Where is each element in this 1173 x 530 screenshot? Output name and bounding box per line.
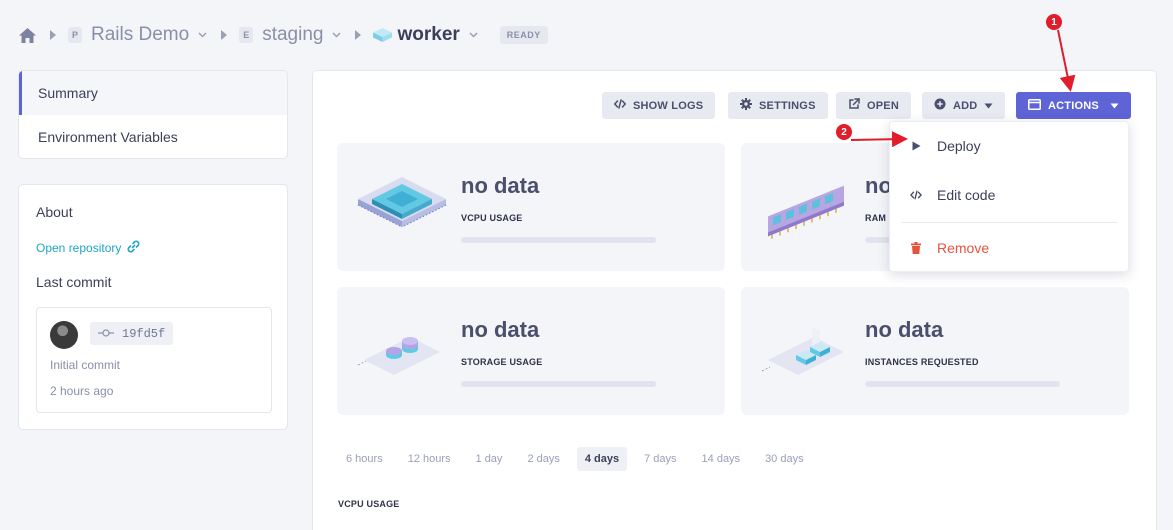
- show-logs-button[interactable]: SHOW LOGS: [602, 92, 716, 119]
- trash-icon: [910, 242, 922, 254]
- range-12-hours[interactable]: 12 hours: [400, 447, 459, 471]
- play-icon: [910, 141, 922, 151]
- status-badge: READY: [499, 26, 548, 44]
- stat-card-vcpu: no data VCPU USAGE: [337, 143, 725, 271]
- stat-label: STORAGE USAGE: [461, 357, 543, 367]
- annotation-marker-1: 1: [1046, 14, 1062, 30]
- show-logs-label: SHOW LOGS: [633, 99, 704, 112]
- commit-card: 19fd5f Initial commit 2 hours ago: [36, 307, 272, 413]
- stat-value: no data: [865, 317, 944, 342]
- range-2-days[interactable]: 2 days: [519, 447, 567, 471]
- repo-link-label: Open repository: [36, 241, 122, 255]
- range-14-days[interactable]: 14 days: [694, 447, 749, 471]
- stat-value: no data: [461, 317, 540, 342]
- stat-label: INSTANCES REQUESTED: [865, 357, 979, 367]
- commit-icon: [98, 327, 114, 341]
- menu-item-deploy[interactable]: Deploy: [890, 126, 1130, 166]
- code-icon: [910, 190, 922, 200]
- stat-progress-bar: [461, 381, 656, 387]
- commit-hash-pill[interactable]: 19fd5f: [90, 322, 174, 345]
- chevron-down-icon[interactable]: [332, 32, 342, 38]
- window-icon: [1028, 98, 1041, 113]
- menu-divider: [902, 222, 1118, 223]
- about-card: About Open repository Last commit 19fd5f…: [18, 184, 288, 430]
- avatar: [50, 321, 78, 349]
- settings-button[interactable]: SETTINGS: [728, 92, 828, 119]
- commit-time: 2 hours ago: [50, 384, 114, 398]
- caret-down-icon: [984, 100, 993, 112]
- menu-item-edit-code[interactable]: Edit code: [890, 175, 1130, 215]
- add-button[interactable]: ADD: [922, 92, 1006, 119]
- breadcrumb-service[interactable]: worker: [397, 24, 459, 46]
- storage-icon: [357, 315, 447, 385]
- environment-badge: E: [239, 27, 254, 43]
- gear-icon: [740, 98, 752, 113]
- breadcrumb-separator-icon: [355, 30, 362, 40]
- range-4-days[interactable]: 4 days: [576, 447, 628, 471]
- breadcrumb-environment[interactable]: staging: [262, 24, 323, 46]
- stat-label: VCPU USAGE: [461, 213, 523, 223]
- code-icon: [613, 99, 627, 112]
- settings-label: SETTINGS: [759, 99, 816, 112]
- range-7-days[interactable]: 7 days: [636, 447, 684, 471]
- stat-card-storage: no data STORAGE USAGE: [337, 287, 725, 415]
- stat-progress-bar: [461, 237, 656, 243]
- breadcrumb: P Rails Demo E staging worker READY: [18, 22, 548, 48]
- menu-item-label: Remove: [937, 240, 990, 256]
- instances-icon: [761, 315, 851, 385]
- plus-circle-icon: [934, 98, 946, 113]
- open-repository-link[interactable]: Open repository: [36, 240, 140, 256]
- breadcrumb-project[interactable]: Rails Demo: [91, 24, 189, 46]
- breadcrumb-separator-icon: [50, 30, 56, 40]
- project-badge: P: [68, 27, 82, 43]
- link-icon: [127, 240, 140, 256]
- breadcrumb-separator-icon: [221, 30, 228, 40]
- stat-value: no data: [461, 173, 540, 198]
- caret-down-icon: [1110, 100, 1119, 112]
- cpu-icon: [357, 171, 447, 241]
- sidebar-item-summary[interactable]: Summary: [19, 71, 287, 115]
- external-link-icon: [848, 98, 860, 113]
- add-label: ADD: [953, 99, 978, 112]
- actions-button[interactable]: ACTIONS: [1016, 92, 1131, 119]
- chart-section-label: VCPU USAGE: [338, 499, 400, 509]
- last-commit-title: Last commit: [36, 274, 112, 290]
- open-button[interactable]: OPEN: [836, 92, 911, 119]
- stat-card-instances: no data INSTANCES REQUESTED: [741, 287, 1129, 415]
- time-range-selector: 6 hours 12 hours 1 day 2 days 4 days 7 d…: [338, 447, 821, 471]
- about-title: About: [36, 204, 73, 220]
- ram-icon: [761, 171, 851, 241]
- menu-item-label: Deploy: [937, 138, 981, 154]
- range-1-day[interactable]: 1 day: [468, 447, 511, 471]
- range-30-days[interactable]: 30 days: [757, 447, 812, 471]
- service-logo-icon: [373, 28, 393, 42]
- chevron-down-icon[interactable]: [198, 32, 207, 38]
- menu-item-label: Edit code: [937, 187, 996, 203]
- commit-message: Initial commit: [50, 358, 121, 372]
- sidebar-nav: Summary Environment Variables: [18, 70, 288, 159]
- actions-label: ACTIONS: [1048, 99, 1099, 112]
- actions-menu: Deploy Edit code Remove: [889, 121, 1129, 272]
- open-label: OPEN: [867, 99, 899, 112]
- stat-progress-bar: [865, 381, 1060, 387]
- commit-hash: 19fd5f: [122, 326, 166, 341]
- sidebar-item-environment-variables[interactable]: Environment Variables: [19, 115, 287, 158]
- annotation-marker-2: 2: [836, 124, 852, 140]
- home-icon[interactable]: [18, 26, 36, 44]
- chevron-down-icon[interactable]: [469, 32, 478, 38]
- menu-item-remove[interactable]: Remove: [890, 228, 1130, 268]
- range-6-hours[interactable]: 6 hours: [338, 447, 391, 471]
